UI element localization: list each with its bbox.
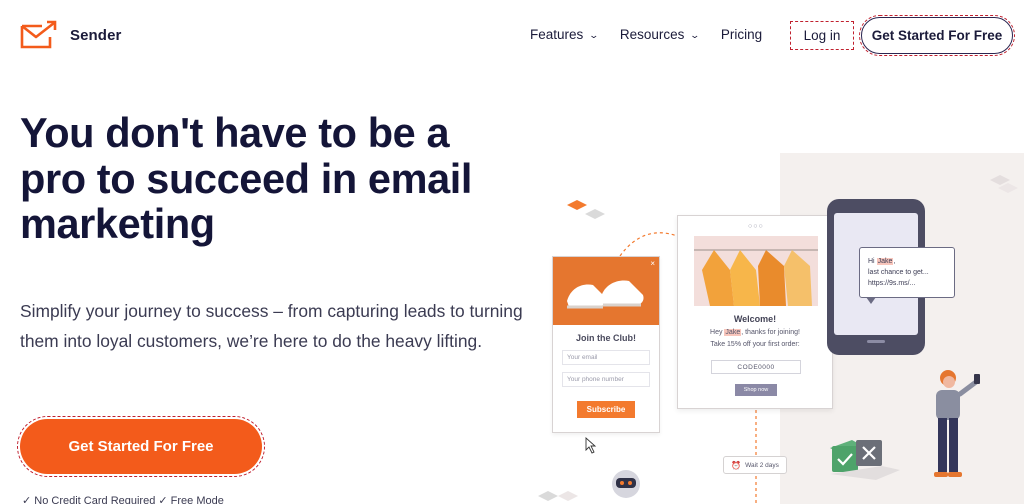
chevron-down-icon: ⌄ (588, 29, 600, 40)
signup-popup-card: × Join the Club! Your email Your phone n… (552, 256, 660, 433)
email-welcome-title: Welcome! (733, 314, 777, 324)
popup-title: Join the Club! (576, 333, 636, 343)
sms-suffix: , (893, 258, 896, 265)
hero-note: ✓ No Credit Card Required ✓ Free Mode (22, 495, 224, 504)
menu-item-label: Pricing (720, 27, 763, 42)
menu-item-resources[interactable]: Resources ⌄ (619, 27, 701, 42)
clothes-rack-image (694, 236, 818, 306)
sms-line-2: last chance to get... (868, 269, 929, 276)
greeting-prefix: Hey (710, 329, 725, 336)
popup-email-field: Your email (562, 350, 650, 365)
hero-subtitle: Simplify your journey to success – from … (20, 301, 523, 351)
sneakers-image (553, 257, 659, 325)
window-dots-icon: ○○○ (748, 223, 764, 230)
phone-home-bar (867, 340, 885, 343)
email-coupon-code: CODE0000 (711, 360, 801, 374)
hero-headline: You don't have to be a pro to succeed in… (20, 109, 473, 248)
envelope-logo-icon (20, 20, 57, 49)
email-offer-line: Take 15% off your first order: (710, 341, 800, 348)
chevron-down-icon: ⌄ (689, 29, 701, 40)
menu-item-label: Features (530, 27, 584, 42)
top-navigation: Sender Features ⌄ Resources ⌄ Pricing Lo… (0, 0, 1024, 72)
get-started-header-button[interactable]: Get Started For Free (859, 15, 1015, 56)
brand-name: Sender (70, 26, 122, 44)
greeting-suffix: , thanks for joining! (741, 329, 800, 336)
popup-phone-field: Your phone number (562, 372, 650, 387)
get-started-hero-button[interactable]: Get Started For Free (17, 416, 265, 477)
email-shop-button: Shop now (735, 384, 777, 396)
close-icon: × (650, 259, 655, 268)
greeting-name: Jake (724, 329, 742, 336)
sms-bubble-tail (866, 297, 876, 304)
sms-line-1: Hi Jake, (868, 256, 946, 267)
menu-item-label: Resources (619, 27, 685, 42)
sms-prefix: Hi (868, 258, 877, 265)
alarm-clock-icon: ⏰ (731, 460, 742, 470)
sms-name: Jake (876, 258, 894, 265)
wait-step-pill: ⏰ Wait 2 days (723, 456, 787, 474)
menu-item-features[interactable]: Features ⌄ (530, 27, 600, 42)
main-menu: Features ⌄ Resources ⌄ Pricing (530, 27, 784, 42)
email-greeting-line: Hey Jake, thanks for joining! (678, 329, 832, 336)
welcome-email-card: ○○○ Welcome! Hey Jake, thanks for joinin… (677, 215, 833, 409)
menu-item-pricing[interactable]: Pricing (721, 27, 762, 42)
sms-line-3: https://9s.ms/... (868, 280, 916, 287)
login-button[interactable]: Log in (790, 21, 854, 50)
wait-step-label: Wait 2 days (745, 461, 779, 469)
brand-logo[interactable]: Sender (20, 20, 121, 50)
popup-subscribe-button: Subscribe (577, 401, 635, 418)
sms-bubble: Hi Jake, last chance to get... https://9… (859, 247, 955, 298)
